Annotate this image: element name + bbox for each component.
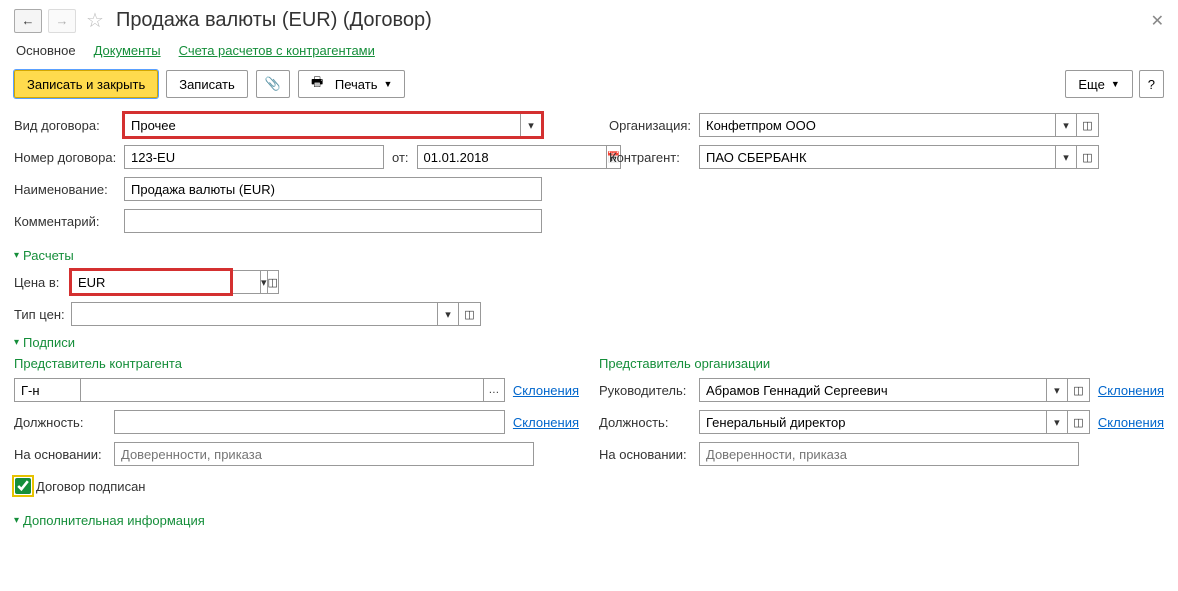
more-button[interactable]: Еще▼ bbox=[1065, 70, 1132, 98]
dropdown-button[interactable]: ▾ bbox=[260, 270, 268, 294]
head-label: Руководитель: bbox=[599, 383, 699, 398]
price-type-label: Тип цен: bbox=[14, 307, 71, 322]
section-signatures[interactable]: ▾Подписи bbox=[14, 335, 1164, 350]
head-input[interactable] bbox=[699, 378, 1046, 402]
open-button[interactable]: ◫ bbox=[459, 302, 481, 326]
from-label: от: bbox=[392, 150, 409, 165]
ellipsis-button[interactable]: … bbox=[483, 378, 505, 402]
comment-label: Комментарий: bbox=[14, 214, 124, 229]
name-input[interactable] bbox=[124, 177, 542, 201]
section-calculations[interactable]: ▾Расчеты bbox=[14, 248, 1164, 263]
org-input[interactable] bbox=[699, 113, 1055, 137]
basis-label: На основании: bbox=[14, 447, 114, 462]
counterparty-input[interactable] bbox=[699, 145, 1055, 169]
nav-back-button[interactable]: ← bbox=[14, 9, 42, 33]
open-button[interactable]: ◫ bbox=[1068, 378, 1090, 402]
price-in-label: Цена в: bbox=[14, 275, 71, 290]
chevron-down-icon: ▾ bbox=[14, 337, 19, 348]
contract-type-input[interactable] bbox=[124, 113, 520, 137]
dropdown-button[interactable]: ▾ bbox=[437, 302, 459, 326]
open-icon: ◫ bbox=[268, 276, 278, 289]
open-icon: ◫ bbox=[1082, 151, 1092, 164]
dropdown-button[interactable]: ▾ bbox=[1055, 145, 1077, 169]
dropdown-button[interactable]: ▾ bbox=[1046, 410, 1068, 434]
save-button[interactable]: Записать bbox=[166, 70, 248, 98]
open-button[interactable]: ◫ bbox=[1077, 145, 1099, 169]
name-label: Наименование: bbox=[14, 182, 124, 197]
date-input[interactable] bbox=[417, 145, 606, 169]
counterparty-rep-name-input[interactable] bbox=[80, 378, 483, 402]
open-icon: ◫ bbox=[1073, 416, 1083, 429]
basis-label: На основании: bbox=[599, 447, 699, 462]
close-icon[interactable]: ✕ bbox=[1151, 11, 1164, 31]
chevron-down-icon: ▾ bbox=[14, 515, 19, 526]
dropdown-caret-icon: ▼ bbox=[1111, 79, 1120, 89]
tab-main[interactable]: Основное bbox=[16, 43, 76, 58]
open-button[interactable]: ◫ bbox=[1077, 113, 1099, 137]
help-button[interactable]: ? bbox=[1139, 70, 1164, 98]
section-extra[interactable]: ▾Дополнительная информация bbox=[14, 513, 1164, 528]
tabs: Основное Документы Счета расчетов с конт… bbox=[14, 43, 1164, 58]
org-position-input[interactable] bbox=[699, 410, 1046, 434]
position-label: Должность: bbox=[14, 415, 114, 430]
printer-icon: 🖶 bbox=[311, 73, 323, 95]
dropdown-button[interactable]: ▾ bbox=[520, 113, 542, 137]
nav-forward-button[interactable]: → bbox=[48, 9, 76, 33]
declension-link[interactable]: Склонения bbox=[1098, 415, 1164, 430]
tab-accounts[interactable]: Счета расчетов с контрагентами bbox=[179, 43, 375, 58]
save-and-close-button[interactable]: Записать и закрыть bbox=[14, 70, 158, 98]
favorite-star-icon[interactable]: ☆ bbox=[86, 8, 104, 33]
page-title: Продажа валюты (EUR) (Договор) bbox=[116, 9, 432, 32]
paperclip-icon: 📎 bbox=[265, 76, 281, 92]
chevron-down-icon: ▾ bbox=[14, 250, 19, 261]
open-button[interactable]: ◫ bbox=[1068, 410, 1090, 434]
position-label: Должность: bbox=[599, 415, 699, 430]
declension-link[interactable]: Склонения bbox=[513, 415, 579, 430]
tab-documents[interactable]: Документы bbox=[94, 43, 161, 58]
org-label: Организация: bbox=[609, 118, 699, 133]
dropdown-button[interactable]: ▾ bbox=[1046, 378, 1068, 402]
contract-number-input[interactable] bbox=[124, 145, 384, 169]
print-button[interactable]: 🖶 Печать▼ bbox=[298, 70, 405, 98]
open-icon: ◫ bbox=[464, 308, 474, 321]
contract-signed-label: Договор подписан bbox=[36, 479, 145, 494]
counterparty-basis-input[interactable] bbox=[114, 442, 534, 466]
contract-signed-checkbox[interactable] bbox=[15, 478, 31, 494]
declension-link[interactable]: Склонения bbox=[1098, 383, 1164, 398]
dropdown-caret-icon: ▼ bbox=[383, 79, 392, 89]
attachment-button[interactable]: 📎 bbox=[256, 70, 290, 98]
dropdown-button[interactable]: ▾ bbox=[1055, 113, 1077, 137]
counterparty-position-input[interactable] bbox=[114, 410, 505, 434]
contract-type-label: Вид договора: bbox=[14, 118, 124, 133]
open-button[interactable]: ◫ bbox=[268, 270, 279, 294]
contract-number-label: Номер договора: bbox=[14, 150, 124, 165]
open-icon: ◫ bbox=[1082, 119, 1092, 132]
org-basis-input[interactable] bbox=[699, 442, 1079, 466]
declension-link[interactable]: Склонения bbox=[513, 383, 579, 398]
price-in-input[interactable] bbox=[71, 270, 260, 294]
org-rep-header: Представитель организации bbox=[599, 356, 1164, 371]
open-icon: ◫ bbox=[1073, 384, 1083, 397]
counterparty-label: Контрагент: bbox=[609, 150, 699, 165]
toolbar: Записать и закрыть Записать 📎 🖶 Печать▼ … bbox=[14, 70, 1164, 98]
counterparty-rep-header: Представитель контрагента bbox=[14, 356, 579, 371]
comment-input[interactable] bbox=[124, 209, 542, 233]
price-type-input[interactable] bbox=[71, 302, 437, 326]
